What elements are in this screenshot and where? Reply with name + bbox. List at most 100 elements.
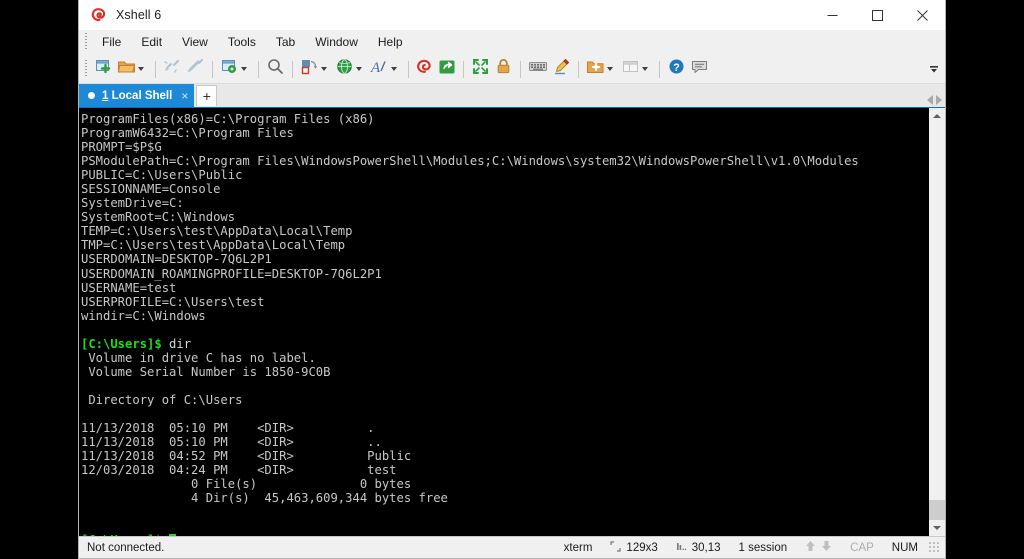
terminal-text: SystemRoot=C:\Windows — [81, 210, 235, 224]
toolbar-grip[interactable] — [82, 60, 90, 78]
lock-icon — [494, 57, 513, 81]
copy-paste-button[interactable] — [298, 57, 333, 81]
upload-arrow-icon — [805, 540, 816, 555]
open-session-dropdown-caret[interactable] — [138, 67, 144, 71]
menu-help[interactable]: Help — [369, 32, 412, 53]
find-button[interactable] — [264, 57, 287, 81]
tab-scroll-left-icon[interactable] — [927, 95, 933, 105]
terminal-line: USERDOMAIN=DESKTOP-7Q6L2P1 — [81, 252, 928, 266]
terminal-text: 12/03/2018 04:24 PM <DIR> test — [81, 463, 397, 477]
xshell-icon — [416, 58, 434, 81]
tab-close-icon[interactable]: × — [181, 91, 188, 101]
terminal-text: Volume Serial Number is 1850-9C0B — [81, 365, 330, 379]
layout-button[interactable] — [619, 57, 654, 81]
tab-local-shell[interactable]: 1 Local Shell × — [79, 84, 194, 107]
font-button[interactable]: A — [368, 57, 403, 81]
layout-icon — [621, 57, 640, 81]
minimize-button[interactable] — [810, 0, 855, 30]
terminal-output[interactable]: ProgramFiles(x86)=C:\Program Files (x86)… — [79, 108, 928, 536]
terminal-text: 11/13/2018 04:52 PM <DIR> Public — [81, 449, 411, 463]
terminal-type-label: xterm — [564, 542, 593, 554]
terminal-line: windir=C:\Windows — [81, 309, 928, 323]
toolbar-separator — [408, 61, 409, 78]
layout-dropdown-caret[interactable] — [642, 67, 648, 71]
menu-file[interactable]: File — [93, 32, 130, 53]
terminal-type-cell: xterm — [555, 542, 602, 554]
keyboard-button[interactable] — [526, 57, 550, 81]
scrollbar-track[interactable] — [929, 124, 945, 520]
scroll-down-button[interactable] — [929, 520, 945, 536]
toolbar-separator — [292, 61, 293, 78]
menu-window[interactable]: Window — [306, 32, 367, 53]
menu-tools[interactable]: Tools — [219, 32, 265, 53]
terminal-line: 11/13/2018 05:10 PM <DIR> .. — [81, 435, 928, 449]
session-properties-button[interactable] — [218, 57, 253, 81]
terminal-line: [C:\Users]$ dir — [81, 337, 928, 351]
highlight-button[interactable] — [550, 57, 573, 81]
menu-tab[interactable]: Tab — [267, 32, 304, 53]
terminal-line: SESSIONNAME=Console — [81, 182, 928, 196]
terminal-line: PUBLIC=C:\Users\Public — [81, 168, 928, 182]
screen: Xshell 6 File Edit View Tools Tab Window — [0, 0, 1024, 559]
font-dropdown-caret[interactable] — [391, 67, 397, 71]
terminal-text: TMP=C:\Users\test\AppData\Local\Temp — [81, 238, 345, 252]
font-icon: A — [370, 57, 389, 81]
status-bar-right: xterm 129x3 — [555, 540, 941, 555]
terminal-text: SESSIONNAME=Console — [81, 182, 220, 196]
transfer-indicators — [796, 540, 841, 555]
toolbar-separator — [155, 61, 156, 78]
add-panel-dropdown-caret[interactable] — [607, 67, 613, 71]
terminal-text: PSModulePath=C:\Program Files\WindowsPow… — [81, 154, 859, 168]
maximize-button[interactable] — [855, 0, 900, 30]
terminal-scrollbar[interactable] — [928, 108, 945, 536]
reconnect-button[interactable] — [184, 57, 207, 81]
disconnect-button[interactable] — [161, 57, 184, 81]
xftp-icon — [438, 58, 456, 81]
caps-lock-indicator: CAP — [841, 542, 883, 554]
toolbar-overflow-button[interactable] — [927, 55, 941, 83]
fullscreen-icon — [471, 57, 490, 81]
chevron-up-icon — [933, 114, 941, 118]
scrollbar-thumb[interactable] — [929, 500, 945, 520]
terminal-text: 4 Dir(s) 45,463,609,344 bytes free — [81, 491, 448, 505]
resize-grip-icon[interactable] — [929, 542, 941, 554]
terminal-line: Volume in drive C has no label. — [81, 351, 928, 365]
terminal-line — [81, 407, 928, 421]
encoding-dropdown-caret[interactable] — [356, 67, 362, 71]
open-session-button[interactable] — [115, 57, 150, 81]
menu-view[interactable]: View — [173, 32, 217, 53]
chat-button[interactable] — [688, 57, 711, 81]
terminal-size-icon — [610, 541, 621, 555]
add-panel-button[interactable] — [584, 57, 619, 81]
encoding-button[interactable] — [333, 57, 368, 81]
toolbar-separator — [578, 61, 579, 78]
xftp-button[interactable] — [436, 57, 458, 81]
chevron-down-icon — [933, 526, 941, 530]
session-properties-dropdown-caret[interactable] — [241, 67, 247, 71]
terminal-size-cell: 129x3 — [601, 541, 666, 555]
scroll-up-button[interactable] — [929, 108, 945, 124]
terminal-line: 11/13/2018 04:52 PM <DIR> Public — [81, 449, 928, 463]
fullscreen-button[interactable] — [469, 57, 492, 81]
tab-scroll-right-icon[interactable] — [936, 95, 942, 105]
help-button[interactable]: ? — [665, 57, 688, 81]
xshell-button[interactable] — [414, 57, 436, 81]
terminal-line: USERNAME=test — [81, 281, 928, 295]
terminal-line: 0 File(s) 0 bytes — [81, 477, 928, 491]
menubar-grip[interactable] — [82, 33, 90, 51]
terminal-line: 4 Dir(s) 45,463,609,344 bytes free — [81, 491, 928, 505]
svg-text:A: A — [370, 60, 381, 76]
terminal-text: USERDOMAIN=DESKTOP-7Q6L2P1 — [81, 252, 272, 266]
copy-paste-dropdown-caret[interactable] — [321, 67, 327, 71]
lock-button[interactable] — [492, 57, 515, 81]
tab-local-shell-label: 1 Local Shell — [102, 90, 172, 102]
menu-edit[interactable]: Edit — [132, 32, 171, 53]
terminal-text: PROMPT=$P$G — [81, 140, 162, 154]
terminal-text: USERNAME=test — [81, 281, 176, 295]
new-tab-button[interactable]: + — [196, 85, 217, 106]
terminal-line: TEMP=C:\Users\test\AppData\Local\Temp — [81, 224, 928, 238]
new-session-button[interactable] — [92, 57, 115, 81]
new-session-icon — [94, 57, 113, 81]
terminal-line: ProgramFiles(x86)=C:\Program Files (x86) — [81, 112, 928, 126]
close-button[interactable] — [900, 0, 945, 30]
